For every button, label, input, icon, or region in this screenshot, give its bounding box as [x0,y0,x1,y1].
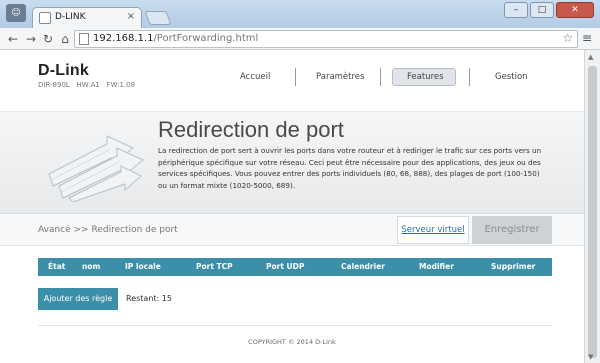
page-scrollbar[interactable]: ▲ ▼ [584,50,600,363]
nav-parametres[interactable]: Paramètres [316,72,364,82]
column-header-tcp-port: Port TCP [196,262,233,271]
dlink-logo: D-Link [38,62,89,79]
url-text: 192.168.1.1/PortForwarding.html [93,33,258,44]
scroll-up-icon[interactable]: ▲ [588,53,593,61]
page-banner: Redirection de port La redirection de po… [0,112,584,214]
address-bar[interactable]: 192.168.1.1/PortForwarding.html ☆ [74,30,578,48]
browser-tab[interactable]: D-LINK × [32,7,142,28]
url-host: 192.168.1.1 [93,33,154,44]
browser-menu-icon[interactable]: ≡ [582,31,592,45]
port-forward-arrows-icon [48,135,144,202]
router-header: D-Link DIR-890L HW:A1 FW:1.08 Accueil Pa… [0,50,584,112]
browser-toolbar: ← → ↻ ⌂ 192.168.1.1/PortForwarding.html … [0,28,600,50]
page-icon [79,33,89,45]
column-header-name: nom [82,262,101,271]
back-icon[interactable]: ← [6,31,20,47]
tab-title: D-LINK [55,12,86,22]
column-header-edit: Modifier [419,262,454,271]
copyright-text: COPYRIGHT © 2014 D-Link [248,338,336,346]
browser-titlebar: ☺ D-LINK × – □ ✕ [0,0,600,28]
breadcrumb: Avancé >> Redirection de port [38,225,178,235]
page-title: Redirection de port [158,117,344,142]
footer-divider [38,325,552,326]
reload-icon[interactable]: ↻ [41,31,55,47]
device-model-info: DIR-890L HW:A1 FW:1.08 [38,81,136,89]
scrollbar-thumb[interactable] [588,66,597,358]
scroll-down-icon[interactable]: ▼ [588,353,593,361]
nav-divider [380,68,381,86]
tab-close-icon[interactable]: × [127,11,135,22]
remaining-rules-count: Restant: 15 [126,294,172,303]
url-path: /PortForwarding.html [153,33,259,44]
maximize-button[interactable]: □ [530,2,554,18]
column-header-delete: Supprimer [491,262,536,271]
column-header-schedule: Calendrier [341,262,385,271]
rules-table-header: État nom IP locale Port TCP Port UDP Cal… [38,258,552,276]
column-header-local-ip: IP locale [125,262,161,271]
add-rule-button[interactable]: Ajouter des règle [38,288,118,310]
window-controls: – □ ✕ [504,2,594,18]
home-icon[interactable]: ⌂ [58,31,72,47]
virtual-server-link[interactable]: Serveur virtuel [397,216,469,244]
column-header-udp-port: Port UDP [266,262,305,271]
page-favicon-icon [39,12,51,24]
page-content: D-Link DIR-890L HW:A1 FW:1.08 Accueil Pa… [0,50,584,363]
nav-divider [469,68,470,86]
nav-gestion[interactable]: Gestion [495,72,528,82]
new-tab-button[interactable] [144,11,172,25]
nav-divider [295,68,296,86]
page-description: La redirection de port sert à ouvrir les… [158,146,542,190]
forward-icon[interactable]: → [24,31,38,47]
save-button[interactable]: Enregistrer [472,216,552,244]
close-window-button[interactable]: ✕ [556,2,594,18]
user-profile-icon[interactable]: ☺ [6,4,26,22]
breadcrumb-bar: Avancé >> Redirection de port Serveur vi… [0,214,584,246]
nav-accueil[interactable]: Accueil [240,72,270,82]
bookmark-star-icon[interactable]: ☆ [562,31,573,45]
minimize-button[interactable]: – [504,2,528,18]
nav-features[interactable]: Features [407,72,444,82]
column-header-state: État [48,262,66,271]
